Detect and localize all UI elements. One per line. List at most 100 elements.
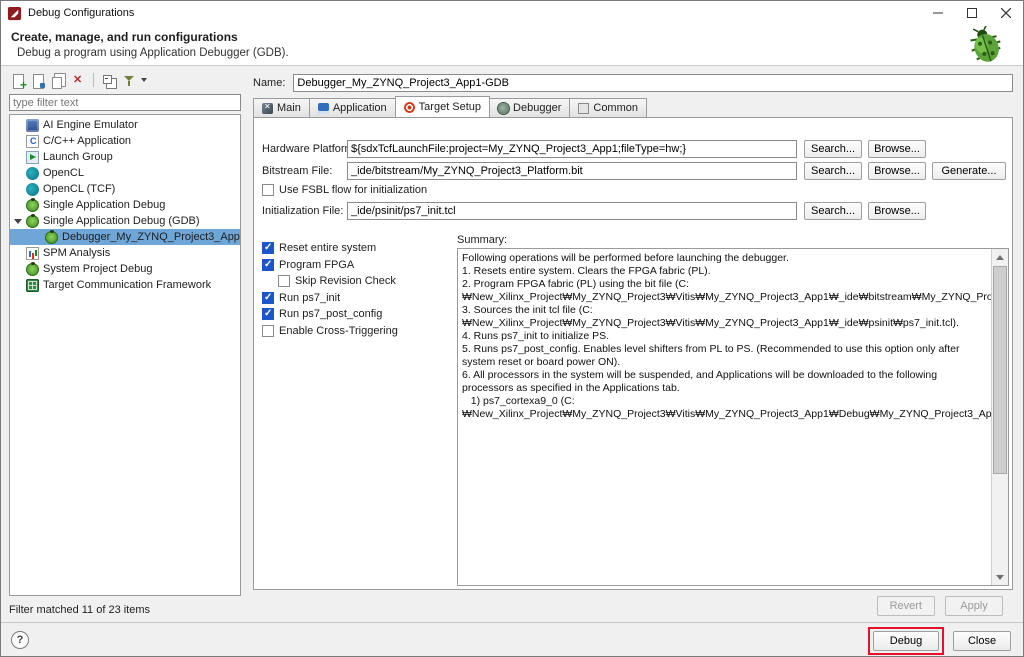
initialization-search-button[interactable]: Search... — [804, 202, 862, 220]
run-ps7-init-row: Run ps7_init — [262, 290, 452, 306]
window-title: Debug Configurations — [28, 7, 135, 19]
tree-item-opencl[interactable]: OpenCL — [10, 165, 240, 181]
reset-entire-system-row: Reset entire system — [262, 240, 452, 256]
tab-debugger[interactable]: Debugger — [489, 98, 571, 117]
tree-item-spm-analysis[interactable]: SPM Analysis — [10, 245, 240, 261]
dialog-footer: ? Debug Close — [1, 622, 1023, 656]
new-prototype-button[interactable] — [29, 72, 47, 89]
tree-item-ai-engine-emulator[interactable]: AI Engine Emulator — [10, 117, 240, 133]
common-tab-icon — [578, 102, 590, 114]
delete-button[interactable] — [69, 72, 87, 89]
run-ps7-init-checkbox[interactable] — [262, 291, 274, 304]
program-fpga-row: Program FPGA — [262, 257, 452, 273]
tab-main[interactable]: Main — [253, 98, 310, 117]
launch-group-icon — [26, 150, 39, 164]
hardware-platform-row: Hardware Platform: Search... Browse... — [254, 140, 1012, 158]
target-setup-tab-icon — [403, 101, 415, 113]
bitstream-file-label: Bitstream File: — [262, 165, 333, 177]
revert-button[interactable]: Revert — [876, 596, 935, 616]
enable-cross-triggering-checkbox[interactable] — [262, 324, 274, 337]
expand-collapse-arrow-icon[interactable] — [14, 218, 22, 224]
hardware-platform-label: Hardware Platform: — [262, 143, 357, 155]
bitstream-file-input[interactable] — [347, 162, 797, 180]
right-panel: Name: Main Application Target Setup — [251, 66, 1015, 624]
single-application-debug-icon — [26, 197, 39, 212]
enable-cross-triggering-row: Enable Cross-Triggering — [262, 323, 452, 339]
header-title: Create, manage, and run configurations — [11, 30, 238, 44]
tree-item-system-project-debug[interactable]: System Project Debug — [10, 261, 240, 277]
name-label: Name: — [253, 77, 286, 89]
close-button[interactable]: Close — [953, 631, 1011, 651]
application-tab-icon — [317, 102, 329, 114]
titlebar: Debug Configurations — [1, 1, 1023, 25]
run-ps7-post-config-checkbox[interactable] — [262, 308, 274, 320]
filter-dropdown-arrow-icon[interactable] — [141, 78, 147, 82]
help-button[interactable]: ? — [11, 631, 29, 649]
filter-input[interactable] — [9, 94, 241, 111]
tree-item-launch-group[interactable]: Launch Group — [10, 149, 240, 165]
c-cpp-application-icon — [26, 134, 39, 148]
collapse-all-button[interactable] — [100, 72, 118, 89]
summary-box: Following operations will be performed b… — [457, 248, 1009, 586]
tree-item-single-application-debug-gdb[interactable]: Single Application Debug (GDB) — [10, 213, 240, 229]
scroll-down-arrow-icon[interactable] — [992, 569, 1008, 585]
run-ps7-post-config-row: Run ps7_post_config — [262, 306, 452, 322]
debugger-config-icon — [45, 229, 58, 244]
summary-scrollbar[interactable] — [991, 249, 1008, 585]
hardware-platform-input[interactable] — [347, 140, 797, 158]
scroll-up-arrow-icon[interactable] — [992, 249, 1008, 265]
tab-application[interactable]: Application — [308, 98, 396, 117]
bitstream-search-button[interactable]: Search... — [804, 162, 862, 180]
close-icon — [1001, 8, 1011, 18]
header-subtitle: Debug a program using Application Debugg… — [17, 47, 289, 59]
tab-common[interactable]: Common — [569, 98, 647, 117]
system-project-debug-icon — [26, 261, 39, 276]
initialization-browse-button[interactable]: Browse... — [868, 202, 926, 220]
maximize-button[interactable] — [955, 1, 989, 25]
tree-item-debugger-config[interactable]: Debugger_My_ZYNQ_Project3_App1-GDB — [10, 229, 240, 245]
filter-button[interactable] — [120, 72, 138, 89]
fsbl-flow-label: Use FSBL flow for initialization — [279, 184, 428, 196]
launch-toolbar — [9, 71, 147, 92]
apply-button[interactable]: Apply — [945, 596, 1003, 616]
minimize-button[interactable] — [921, 1, 955, 25]
dialog-body: AI Engine Emulator C/C++ Application Lau… — [1, 66, 1023, 624]
duplicate-button[interactable] — [49, 72, 67, 89]
skip-revision-check-checkbox[interactable] — [278, 275, 290, 287]
name-input[interactable] — [293, 74, 1013, 92]
debug-button[interactable]: Debug — [873, 631, 939, 651]
single-application-debug-gdb-icon — [26, 213, 39, 228]
initialization-file-input[interactable] — [347, 202, 797, 220]
name-row: Name: — [253, 74, 1013, 92]
tree-item-c-cpp-application[interactable]: C/C++ Application — [10, 133, 240, 149]
opencl-tcf-icon — [26, 182, 39, 196]
target-communication-framework-icon — [26, 278, 39, 292]
ai-engine-emulator-icon — [26, 118, 39, 132]
new-configuration-button[interactable] — [9, 72, 27, 92]
fsbl-flow-checkbox[interactable] — [262, 184, 274, 196]
reset-entire-system-checkbox[interactable] — [262, 242, 274, 254]
tab-target-setup[interactable]: Target Setup — [394, 96, 491, 117]
close-window-button[interactable] — [989, 1, 1023, 25]
debug-bug-image — [970, 26, 1001, 62]
tree-item-opencl-tcf[interactable]: OpenCL (TCF) — [10, 181, 240, 197]
app-logo-icon — [7, 6, 22, 20]
config-tabs: Main Application Target Setup Debugger C… — [253, 96, 647, 117]
bitstream-browse-button[interactable]: Browse... — [868, 162, 926, 180]
scrollbar-thumb[interactable] — [993, 266, 1007, 475]
hardware-platform-browse-button[interactable]: Browse... — [868, 140, 926, 158]
tree-item-single-application-debug[interactable]: Single Application Debug — [10, 197, 240, 213]
summary-label: Summary: — [457, 234, 508, 246]
main-tab-icon — [262, 102, 273, 114]
tree-item-target-communication-framework[interactable]: Target Communication Framework — [10, 277, 240, 293]
target-options: Reset entire system Program FPGA Skip Re… — [262, 240, 452, 339]
left-panel: AI Engine Emulator C/C++ Application Lau… — [9, 66, 247, 624]
debugger-tab-icon — [498, 102, 510, 114]
hardware-platform-search-button[interactable]: Search... — [804, 140, 862, 158]
configuration-tree: AI Engine Emulator C/C++ Application Lau… — [9, 114, 241, 596]
program-fpga-checkbox[interactable] — [262, 258, 274, 271]
debug-configurations-dialog: Debug Configurations Create, manage, and… — [0, 0, 1024, 657]
maximize-icon — [967, 8, 977, 18]
bitstream-generate-button[interactable]: Generate... — [932, 162, 1006, 180]
fsbl-flow-checkbox-row: Use FSBL flow for initialization — [262, 184, 427, 196]
